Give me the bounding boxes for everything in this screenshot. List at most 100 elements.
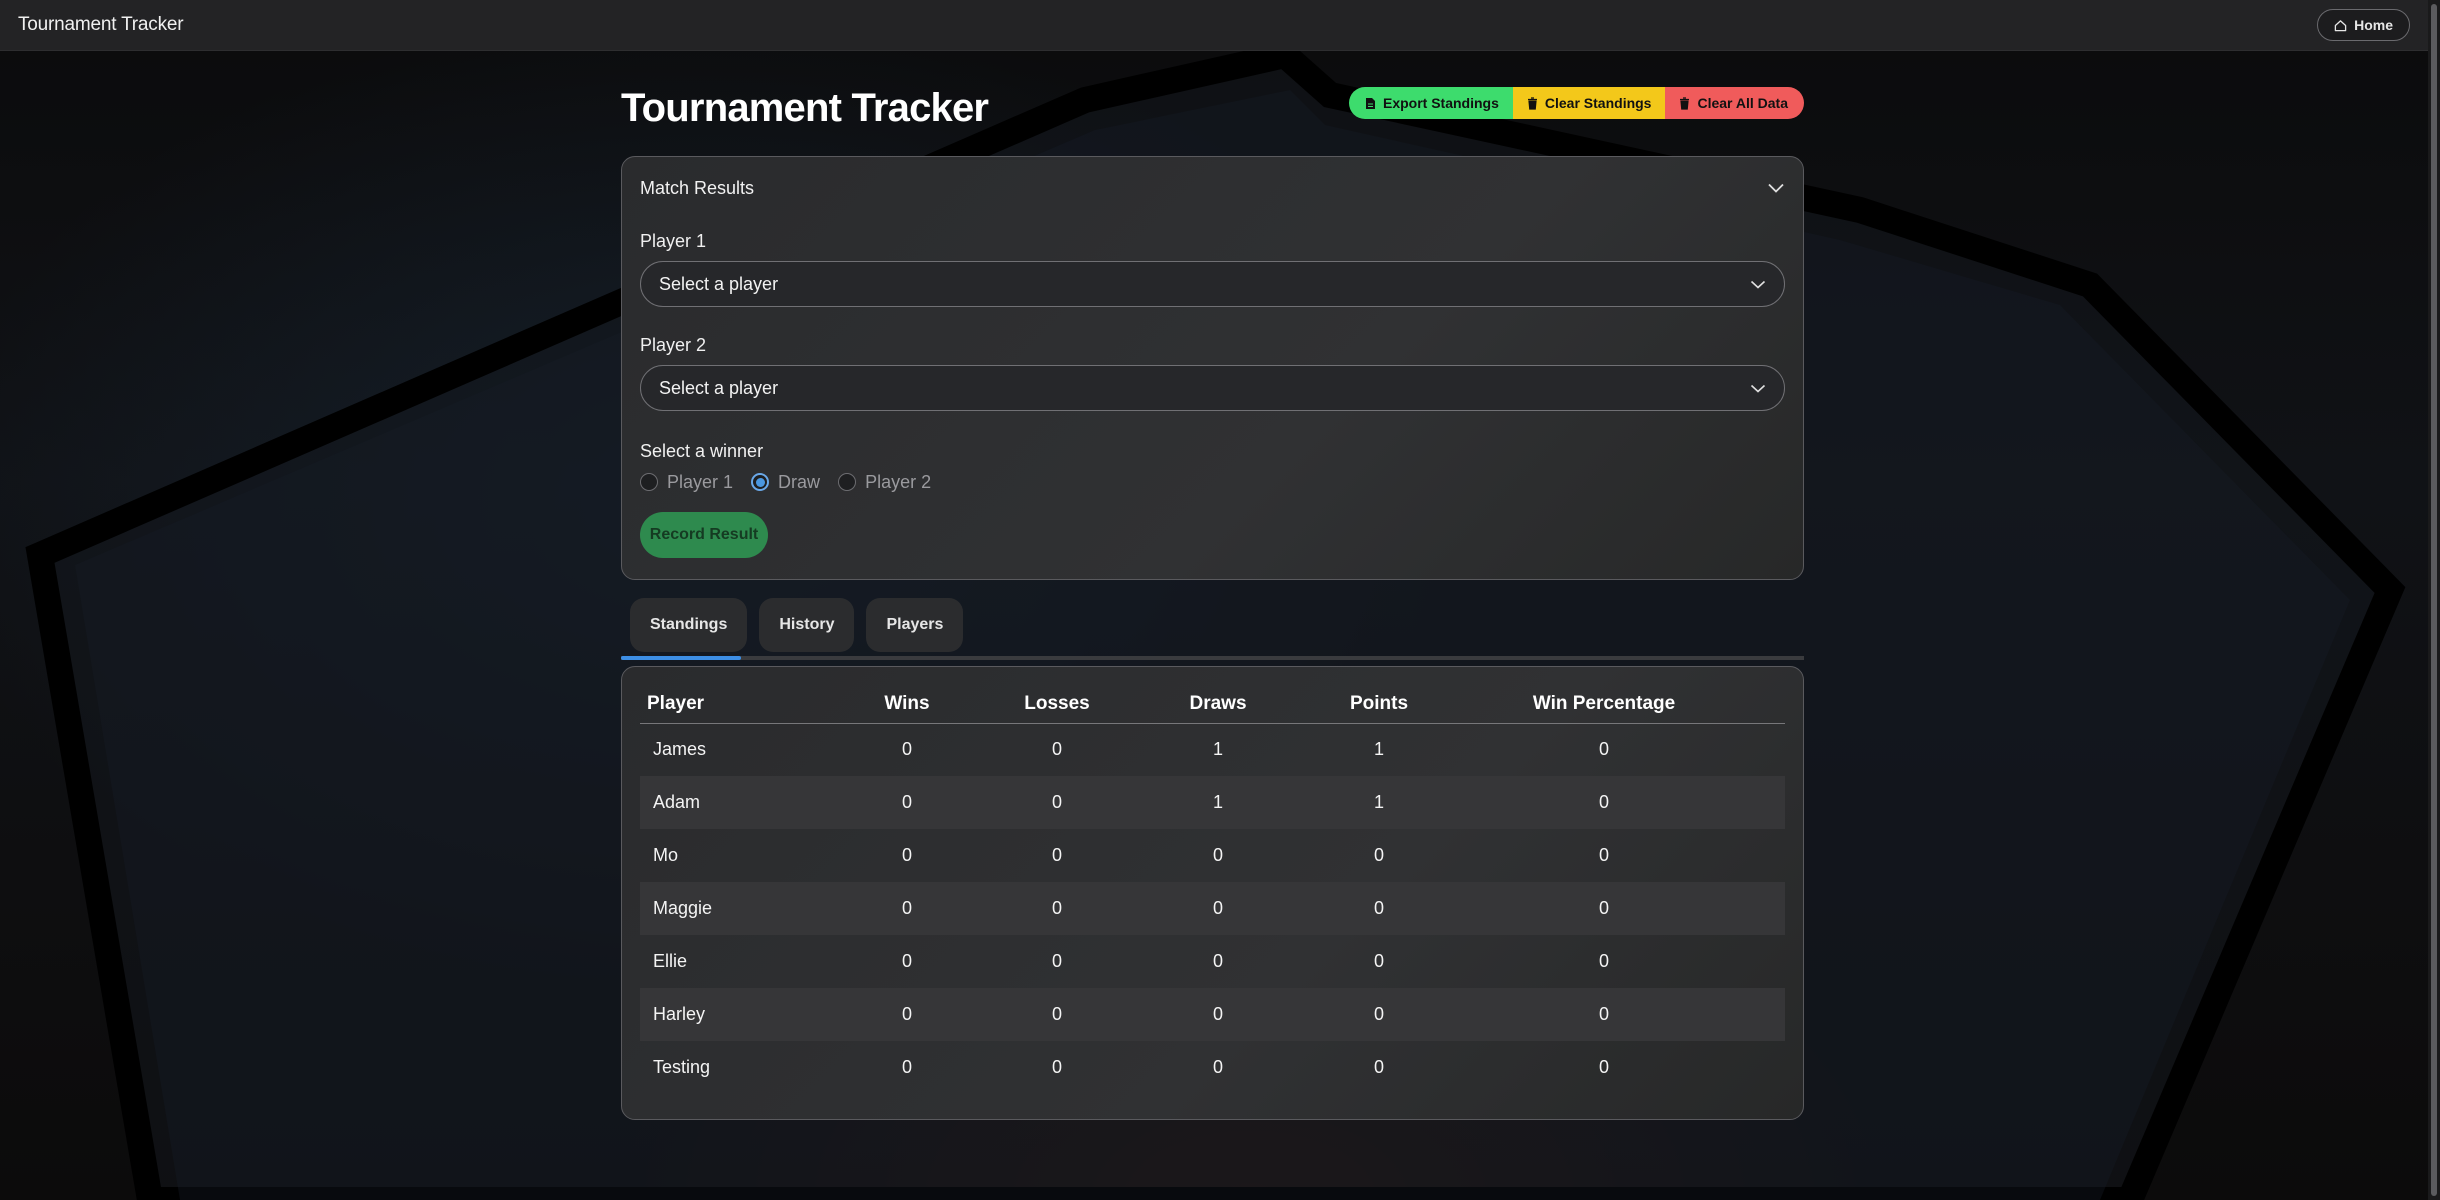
stat-cell: 0	[1454, 776, 1754, 829]
stat-cell: 0	[901, 951, 912, 971]
active-tab-indicator	[621, 656, 741, 660]
radio-label: Player 2	[865, 471, 932, 492]
tab-bar: Standings History Players	[621, 598, 1804, 660]
stat-cell: 0	[1598, 951, 1609, 971]
stat-cell: 0	[1454, 988, 1754, 1041]
winner-option-draw[interactable]: Draw	[751, 472, 820, 493]
row-spacer	[1754, 829, 1785, 882]
stat-cell: 0	[982, 882, 1132, 935]
clear-standings-button[interactable]: Clear Standings	[1512, 87, 1666, 119]
table-row: Mo 0 0 0 0 0	[640, 829, 1785, 882]
chevron-down-icon	[1750, 384, 1766, 393]
tab-history[interactable]: History	[759, 598, 855, 652]
export-standings-label: Export Standings	[1382, 95, 1499, 111]
player-name-cell: Mo	[653, 845, 679, 865]
column-header[interactable]: Points	[1304, 691, 1454, 724]
stat-cell: 0	[1454, 882, 1754, 935]
column-header[interactable]: Win Percentage	[1454, 691, 1754, 724]
row-spacer	[1754, 776, 1785, 829]
match-results-panel: Match Results Player 1 Select a player P…	[621, 156, 1804, 580]
player-name-cell: Ellie	[653, 951, 688, 971]
table-row: Maggie 0 0 0 0 0	[640, 882, 1785, 935]
stat-cell: 0	[832, 776, 982, 829]
record-result-button[interactable]: Record Result	[640, 512, 768, 558]
stat-cell: 0	[1598, 845, 1609, 865]
stat-cell: 1	[1132, 776, 1304, 829]
stat-cell: 0	[901, 739, 912, 760]
stat-cell: 0	[832, 988, 982, 1041]
player-name-cell: James	[653, 739, 707, 760]
stat-cell: 0	[1304, 988, 1454, 1041]
stat-cell: 1	[1373, 739, 1384, 760]
trash-icon	[1527, 96, 1537, 110]
chevron-down-icon[interactable]	[1767, 183, 1785, 193]
stat-cell: 0	[1051, 739, 1062, 760]
top-bar: Tournament Tracker Home	[0, 0, 2428, 51]
stat-cell: 1	[1212, 739, 1223, 760]
radio-label: Draw	[778, 471, 821, 492]
stat-cell: 0	[1212, 951, 1223, 971]
main-content: Tournament Tracker Export Standings Clea…	[621, 80, 1804, 1120]
player-name-cell: Testing	[653, 1057, 711, 1077]
home-button[interactable]: Home	[2317, 9, 2410, 41]
export-standings-button[interactable]: Export Standings	[1348, 87, 1513, 119]
table-header-row: Player Wins Losses Draws Points Win Perc…	[640, 691, 1785, 724]
match-results-header[interactable]: Match Results	[640, 175, 1785, 201]
clear-all-data-label: Clear All Data	[1697, 95, 1788, 111]
winner-option-player1[interactable]: Player 1	[640, 472, 733, 493]
match-results-title: Match Results	[640, 177, 755, 198]
row-spacer	[1754, 1041, 1785, 1094]
scrollbar[interactable]	[2428, 0, 2440, 1200]
winner-radio-group: Player 1 Draw Player 2	[640, 470, 1785, 494]
player1-select[interactable]: Select a player	[640, 261, 1785, 307]
stat-cell: 0	[1373, 951, 1384, 971]
player-name-cell: Maggie	[640, 882, 832, 935]
brand-title: Tournament Tracker	[18, 14, 184, 35]
column-header[interactable]: Losses	[982, 691, 1132, 724]
radio-button[interactable]	[838, 473, 857, 491]
winner-label: Select a winner	[640, 441, 764, 461]
tab-players[interactable]: Players	[866, 598, 964, 652]
radio-button-selected[interactable]	[751, 473, 770, 491]
chevron-down-icon	[1750, 280, 1766, 289]
clear-standings-label: Clear Standings	[1544, 95, 1652, 111]
player2-select-value: Select a player	[659, 377, 779, 398]
winner-option-player2[interactable]: Player 2	[838, 472, 931, 493]
player2-select[interactable]: Select a player	[640, 365, 1785, 411]
player1-label: Player 1	[640, 231, 707, 251]
clear-all-data-button[interactable]: Clear All Data	[1665, 87, 1804, 119]
stat-cell: 0	[1304, 882, 1454, 935]
table-row: Adam 0 0 1 1 0	[640, 776, 1785, 829]
stat-cell: 0	[982, 988, 1132, 1041]
table-row: James 0 0 1 1 0	[640, 723, 1785, 776]
stat-cell: 0	[1212, 1057, 1223, 1077]
table-row: Testing 0 0 0 0 0	[640, 1041, 1785, 1094]
scrollbar-thumb[interactable]	[2431, 4, 2437, 1196]
player1-select-value: Select a player	[659, 273, 779, 294]
standings-table: Player Wins Losses Draws Points Win Perc…	[640, 691, 1785, 1094]
column-header[interactable]: Wins	[832, 691, 982, 724]
stat-cell: 0	[1598, 1057, 1609, 1077]
tab-standings[interactable]: Standings	[630, 598, 748, 652]
stat-cell: 0	[901, 845, 912, 865]
file-icon	[1365, 97, 1375, 109]
player-name-cell: Harley	[640, 988, 832, 1041]
table-row: Harley 0 0 0 0 0	[640, 988, 1785, 1041]
trash-icon	[1680, 96, 1690, 110]
stat-cell: 0	[1051, 951, 1062, 971]
home-icon	[2334, 19, 2347, 31]
column-header[interactable]: Draws	[1132, 691, 1304, 724]
stat-cell: 0	[1051, 1057, 1062, 1077]
page-title: Tournament Tracker	[621, 85, 989, 130]
stat-cell: 0	[901, 1057, 912, 1077]
stat-cell: 0	[1373, 845, 1384, 865]
stat-cell: 0	[1212, 845, 1223, 865]
column-header[interactable]: Player	[640, 691, 832, 724]
row-spacer	[1754, 723, 1785, 776]
standings-panel: Player Wins Losses Draws Points Win Perc…	[621, 666, 1804, 1120]
stat-cell: 0	[982, 776, 1132, 829]
stat-cell: 0	[1598, 739, 1609, 760]
home-label: Home	[2354, 17, 2393, 33]
radio-button[interactable]	[640, 473, 658, 491]
column-header-spacer	[1754, 691, 1785, 724]
